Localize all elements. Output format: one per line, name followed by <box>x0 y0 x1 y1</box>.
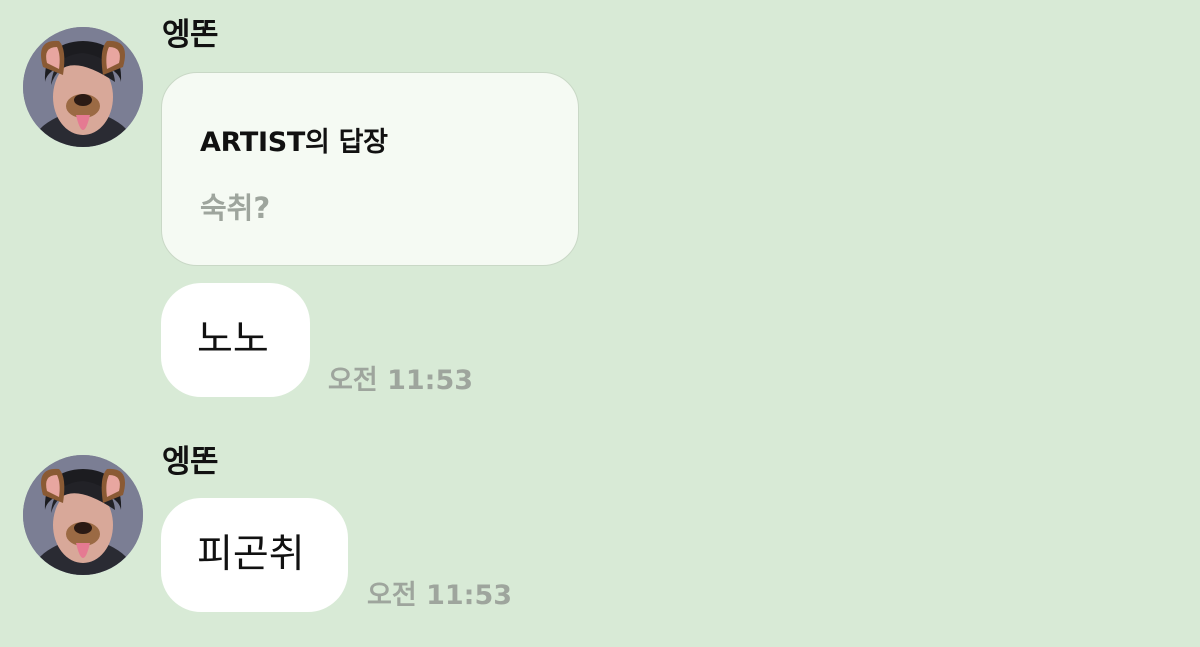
quoted-reply-text: 숙취? <box>200 191 271 225</box>
message-bubble[interactable]: 피곤취 <box>161 498 348 612</box>
profile-dog-filter-icon <box>23 455 143 575</box>
sender-name: 엥똔 <box>162 444 219 480</box>
reply-message-bubble[interactable]: ARTIST의 답장 숙취? <box>161 72 579 266</box>
message-text: 노노 <box>197 317 269 362</box>
message-timestamp: 오전 11:53 <box>328 365 474 396</box>
message-timestamp: 오전 11:53 <box>367 580 513 611</box>
sender-avatar[interactable] <box>23 27 143 147</box>
reply-title: ARTIST의 답장 <box>200 127 388 158</box>
profile-dog-filter-icon <box>23 27 143 147</box>
chat-screen: { "messages": [ { "sender": "엥똔", "avata… <box>0 0 1200 647</box>
sender-name: 엥똔 <box>162 17 219 53</box>
sender-avatar[interactable] <box>23 455 143 575</box>
message-bubble[interactable]: 노노 <box>161 283 310 397</box>
message-text: 피곤취 <box>197 532 305 577</box>
